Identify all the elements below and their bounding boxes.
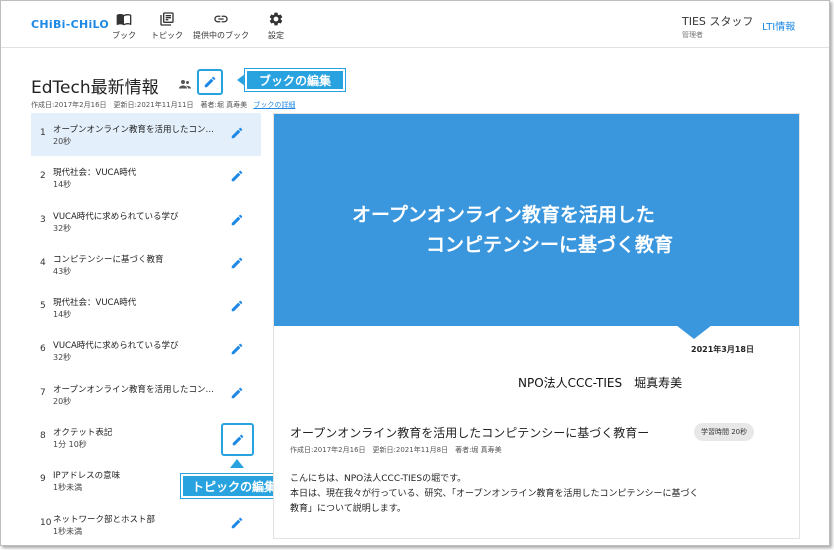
edit-topic-pencil-icon[interactable] [230, 213, 244, 227]
topic-title: VUCA時代に求められている学び [53, 211, 179, 222]
topic-number: 2 [40, 171, 46, 182]
topic-item[interactable]: 10 ネットワーク部とホスト部 1秒未満 [31, 503, 261, 545]
topic-item[interactable]: 1 オープンオンライン教育を活用したコン… 20秒 [31, 113, 261, 157]
edit-topic-pencil-icon[interactable] [230, 342, 244, 356]
topic-number: 1 [40, 128, 46, 138]
topic-title: オープンオンライン教育を活用したコン… [53, 125, 214, 135]
user-menu[interactable]: TIES スタッフ 管理者 [682, 13, 753, 40]
edit-topic-pencil-icon[interactable] [230, 169, 244, 183]
book-edit-callout: ブックの編集 [244, 68, 346, 92]
topic-duration: 32秒 [53, 223, 72, 233]
topic-item[interactable]: 3 VUCA時代に求められている学び 32秒 [31, 200, 261, 243]
edit-topic-pencil-icon[interactable] [230, 516, 244, 530]
book-meta: 作成日:2017年2月16日 更新日:2021年11月11日 著者:堀 真寿美 … [31, 100, 295, 110]
edit-topic-pencil-icon[interactable] [230, 386, 244, 400]
topic-duration: 32秒 [53, 353, 72, 363]
callout-arrow-up [230, 459, 244, 468]
book-meta-text: 作成日:2017年2月16日 更新日:2021年11月11日 著者:堀 真寿美 [31, 101, 248, 109]
slide-organization: NPO法人CCC-TIES 堀真寿美 [518, 376, 683, 390]
topic-duration: 14秒 [53, 180, 72, 190]
topic-title: オープンオンライン教育を活用したコン… [53, 384, 214, 395]
topic-item[interactable]: 7 オープンオンライン教育を活用したコン… 20秒 [31, 373, 261, 416]
app-logo[interactable]: CHiBi-CHiLO [31, 18, 109, 31]
topic-duration: 14秒 [53, 310, 72, 320]
book-icon [116, 14, 132, 26]
edit-topic-pencil-icon[interactable] [230, 256, 244, 270]
user-role: 管理者 [682, 31, 703, 39]
topic-number: 5 [40, 301, 46, 312]
nav-provided-books[interactable]: 提供中のブック [193, 11, 249, 41]
topic-item[interactable]: 2 現代社会：VUCA時代 14秒 [31, 156, 261, 199]
people-icon [179, 80, 191, 89]
app-window: CHiBi-CHiLO ブック トピック 提供中のブック 設定 TIES スタッ… [0, 0, 830, 546]
topic-duration: 43秒 [53, 266, 72, 276]
nav-topic-label: トピック [151, 31, 183, 40]
topic-duration: 20秒 [53, 137, 72, 146]
slide-title-line1: オープンオンライン教育を活用した [352, 204, 655, 226]
book-detail-link[interactable]: ブックの詳細 [253, 101, 295, 109]
edit-topic-pencil-icon[interactable] [230, 126, 244, 140]
topic-duration: 1秒未満 [53, 483, 83, 493]
pencil-icon [232, 434, 243, 445]
topic-title: 現代社会：VUCA時代 [53, 168, 137, 179]
gear-icon [269, 12, 283, 26]
slide-date: 2021年3月18日 [691, 345, 754, 354]
topic-body-line: 教育」について説明します。 [290, 504, 406, 514]
topic-content-panel: オープンオンライン教育を活用した コンピテンシーに基づく教育 2021年3月18… [273, 113, 800, 539]
study-time-chip: 学習時間 20秒 [694, 423, 755, 441]
nav-provided-books-label: 提供中のブック [193, 31, 249, 40]
lti-info-link[interactable]: LTI情報 [762, 18, 795, 33]
topic-body-line: 本日は、現在我々が行っている、研究、「オープンオンライン教育を活用したコンピテン… [290, 489, 699, 499]
callout-arrow-left [237, 74, 245, 86]
topic-edit-highlight[interactable] [221, 423, 254, 456]
topic-item[interactable]: 5 現代社会：VUCA時代 14秒 [31, 286, 261, 329]
topic-title: オクテット表記 [53, 428, 113, 439]
topic-heading: オープンオンライン教育を活用したコンピテンシーに基づく教育ー [290, 426, 650, 440]
book-title: EdTech最新情報 [31, 78, 159, 98]
topic-title: 現代社会：VUCA時代 [53, 298, 137, 309]
topic-number: 8 [40, 431, 46, 442]
topic-number: 3 [40, 214, 46, 225]
topic-body: こんにちは、NPO法人CCC-TIESの堀です。 本日は、現在我々が行っている、… [290, 472, 786, 517]
nav-settings-label: 設定 [268, 31, 284, 40]
nav-topic[interactable]: トピック [142, 11, 192, 41]
topic-meta: 作成日:2017年2月16日 更新日:2021年11月8日 著者:堀 真寿美 [290, 446, 502, 454]
edit-topic-pencil-icon[interactable] [230, 299, 244, 313]
nav-settings[interactable]: 設定 [251, 11, 301, 41]
topic-duration: 20秒 [53, 396, 72, 406]
slide-notch [676, 325, 712, 339]
topic-title: ネットワーク部とホスト部 [53, 514, 156, 525]
topic-edit-callout: トピックの編集 [180, 473, 288, 499]
slide-title-line2: コンピテンシーに基づく教育 [426, 234, 674, 256]
topic-duration: 1秒未満 [53, 526, 83, 536]
topic-duration: 1分 10秒 [53, 440, 87, 450]
nav-book-label: ブック [112, 31, 136, 40]
topic-title: コンピテンシーに基づく教育 [53, 254, 164, 265]
topic-number: 4 [40, 257, 46, 268]
top-app-bar: CHiBi-CHiLO ブック トピック 提供中のブック 設定 TIES スタッ… [1, 1, 829, 48]
book-edit-button[interactable] [197, 69, 223, 95]
topic-item[interactable]: 6 VUCA時代に求められている学び 32秒 [31, 329, 261, 372]
topic-title: VUCA時代に求められている学び [53, 341, 179, 352]
topic-item[interactable]: 4 コンピテンシーに基づく教育 43秒 [31, 243, 261, 286]
user-name: TIES スタッフ [682, 15, 754, 28]
topic-number: 7 [40, 387, 46, 398]
topic-number: 6 [40, 344, 46, 355]
topic-body-line: こんにちは、NPO法人CCC-TIESの堀です。 [290, 474, 467, 484]
topic-icon [160, 12, 174, 26]
topic-number: 9 [40, 474, 46, 485]
link-icon [214, 15, 228, 23]
pencil-icon [204, 76, 216, 88]
topic-number: 10 [40, 517, 52, 528]
